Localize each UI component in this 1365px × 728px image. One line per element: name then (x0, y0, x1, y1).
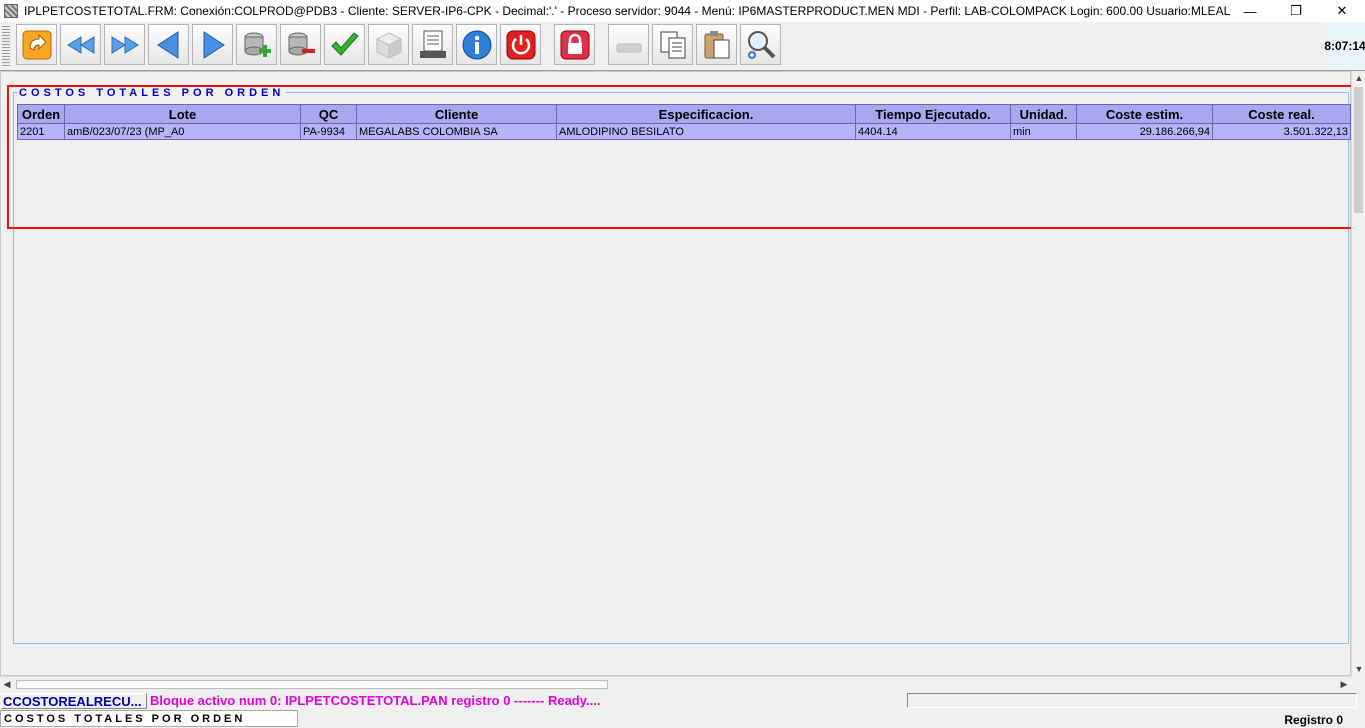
close-button[interactable]: ✕ (1319, 0, 1365, 22)
window-title: IPLPETCOSTETOTAL.FRM: Conexión:COLPROD@P… (24, 4, 1231, 18)
print-button[interactable] (412, 24, 453, 65)
status-message: Bloque activo num 0: IPLPETCOSTETOTAL.PA… (150, 693, 601, 708)
next-icon (203, 30, 225, 59)
previous-icon (156, 30, 178, 59)
database-add-icon (244, 32, 271, 57)
costs-table: Orden Lote QC Cliente Especificacion. Ti… (17, 104, 1351, 140)
column-header-tiempo-ejecutado[interactable]: Tiempo Ejecutado. (855, 104, 1011, 124)
last-record-button[interactable] (104, 24, 145, 65)
cell-coste-estim[interactable]: 29.186.266,94 (1076, 123, 1213, 140)
cell-especificacion[interactable]: AMLODIPINO BESILATO (556, 123, 856, 140)
info-button[interactable] (456, 24, 497, 65)
column-header-unidad[interactable]: Unidad. (1010, 104, 1077, 124)
scroll-right-icon[interactable]: ▶ (1337, 677, 1351, 692)
cell-lote[interactable]: amB/023/07/23 (MP_A0 (64, 123, 301, 140)
toolbar-grip[interactable] (2, 26, 10, 66)
power-button[interactable] (500, 24, 541, 65)
scroll-down-icon[interactable]: ▼ (1352, 662, 1365, 676)
rewind-icon (66, 35, 94, 54)
accept-button[interactable] (324, 24, 365, 65)
form-area: COSTOS TOTALES POR ORDEN Orden Lote QC C… (0, 71, 1358, 676)
form-title-field: COSTOS TOTALES POR ORDEN (0, 710, 298, 727)
active-block-name: CCOSTOREALRECU... (1, 693, 147, 709)
record-indicator: Registro 0 (1284, 713, 1343, 727)
insert-record-button[interactable] (236, 24, 277, 65)
restore-button[interactable]: ❐ (1273, 0, 1319, 22)
cube-icon (375, 31, 402, 59)
horizontal-scroll-thumb[interactable] (16, 680, 608, 689)
power-icon (506, 30, 535, 59)
previous-record-button[interactable] (148, 24, 189, 65)
column-header-qc[interactable]: QC (300, 104, 357, 124)
refresh-button[interactable] (16, 24, 57, 65)
cell-orden[interactable]: 2201 (17, 123, 65, 140)
table-header-row: Orden Lote QC Cliente Especificacion. Ti… (17, 104, 1351, 124)
cell-tiempo-ejecutado[interactable]: 4404.14 (855, 123, 1011, 140)
table-row[interactable]: 2201 amB/023/07/23 (MP_A0 PA-9934 MEGALA… (17, 123, 1351, 140)
panel-frame (13, 92, 1349, 644)
footer-bar: COSTOS TOTALES POR ORDEN Registro 0 (0, 710, 1365, 728)
column-header-coste-real[interactable]: Coste real. (1212, 104, 1351, 124)
next-record-button[interactable] (192, 24, 233, 65)
scroll-up-icon[interactable]: ▲ (1352, 71, 1365, 85)
first-record-button[interactable] (60, 24, 101, 65)
info-icon (462, 30, 491, 59)
vertical-scroll-thumb[interactable] (1354, 87, 1363, 213)
status-bar: CCOSTOREALRECU... Bloque activo num 0: I… (0, 693, 1365, 710)
cell-coste-real[interactable]: 3.501.322,13 (1212, 123, 1351, 140)
window-controls: — ❐ ✕ (1227, 0, 1365, 22)
cell-unidad[interactable]: min (1010, 123, 1077, 140)
minimize-button[interactable]: — (1227, 0, 1273, 22)
column-header-coste-estim[interactable]: Coste estim. (1076, 104, 1213, 124)
vertical-scrollbar[interactable]: ▲ ▼ (1351, 71, 1365, 676)
column-header-orden[interactable]: Orden (17, 104, 65, 124)
zoom-button[interactable] (740, 24, 781, 65)
disabled-button (608, 24, 649, 65)
horizontal-scrollbar[interactable]: ◀ ▶ (0, 676, 1351, 692)
column-header-lote[interactable]: Lote (64, 104, 301, 124)
toolbar: 8:07:14 (0, 22, 1365, 71)
database-remove-icon (288, 32, 315, 55)
column-header-especificacion[interactable]: Especificacion. (556, 104, 856, 124)
printer-icon (419, 30, 446, 58)
magnifier-icon (747, 30, 775, 59)
cell-qc[interactable]: PA-9934 (300, 123, 357, 140)
lock-button[interactable] (554, 24, 595, 65)
scroll-left-icon[interactable]: ◀ (0, 677, 14, 692)
lock-icon (560, 30, 589, 59)
cell-cliente[interactable]: MEGALABS COLOMBIA SA (356, 123, 557, 140)
title-bar: IPLPETCOSTETOTAL.FRM: Conexión:COLPROD@P… (0, 0, 1365, 22)
delete-record-button[interactable] (280, 24, 321, 65)
clock: 8:07:14 (1324, 22, 1365, 70)
paste-icon (704, 30, 729, 58)
copy-button[interactable] (652, 24, 693, 65)
status-field (907, 693, 1357, 708)
checkmark-icon (330, 31, 359, 56)
refresh-icon (22, 30, 51, 59)
column-header-cliente[interactable]: Cliente (356, 104, 557, 124)
fast-forward-icon (111, 35, 139, 54)
panel-title: COSTOS TOTALES POR ORDEN (17, 87, 287, 99)
copy-icon (660, 31, 685, 58)
app-icon (4, 4, 18, 18)
disabled-icon (616, 43, 641, 52)
paste-button[interactable] (696, 24, 737, 65)
cube-button[interactable] (368, 24, 409, 65)
